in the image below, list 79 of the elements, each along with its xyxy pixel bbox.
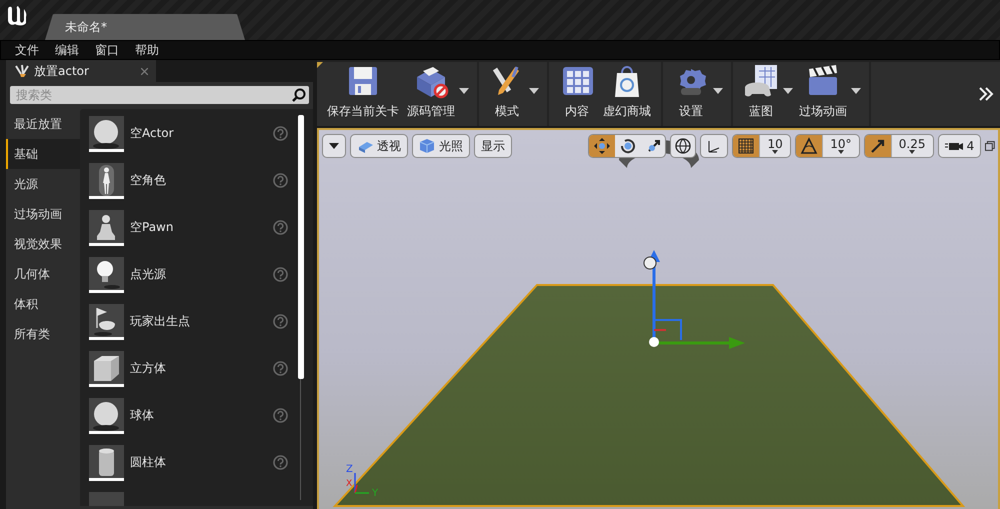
grid-snap-toggle[interactable] [733, 135, 760, 157]
toolbar-button[interactable]: 保存当前关卡 [323, 62, 403, 126]
help-icon[interactable] [273, 408, 288, 423]
help-icon[interactable] [273, 173, 288, 188]
menu-item[interactable]: 编辑 [47, 42, 87, 58]
actor-list-item[interactable]: 空Actor [89, 113, 298, 154]
maximize-icon[interactable] [985, 141, 995, 151]
thumbnail-icon [89, 210, 124, 246]
panel-tab[interactable]: 放置actor [6, 60, 156, 82]
chevron-icon[interactable] [978, 86, 994, 102]
toolbar-button[interactable]: 蓝图 [739, 62, 795, 126]
help-icon[interactable] [273, 455, 288, 470]
viewport-button[interactable]: 显示 [474, 134, 512, 158]
caret-icon [783, 88, 793, 94]
help-icon[interactable] [273, 126, 288, 141]
caret-icon [838, 150, 844, 154]
caret-icon [713, 88, 723, 94]
thumbnail-icon [89, 304, 124, 340]
caret-icon [909, 150, 916, 154]
help-icon[interactable] [273, 267, 288, 282]
surface-snap-button[interactable] [700, 134, 728, 158]
thumbnail-icon [89, 350, 124, 386]
toolbar-button[interactable]: 内容 [555, 62, 599, 126]
toolbar-button[interactable]: 过场动画 [795, 62, 863, 126]
move-tool-button[interactable] [589, 135, 616, 157]
scrollbar-thumb[interactable] [298, 115, 304, 379]
help-icon[interactable] [273, 361, 288, 376]
help-icon[interactable] [273, 314, 288, 329]
cube-icon [419, 138, 435, 154]
actor-list-item[interactable]: 球体 [89, 395, 298, 436]
thumbnail-icon [89, 256, 124, 292]
actor-list-item[interactable]: 空Pawn [89, 207, 298, 248]
menu-item[interactable]: 文件 [7, 42, 47, 58]
actor-list-item[interactable]: 圆柱体 [89, 442, 298, 483]
menu-item[interactable]: 帮助 [127, 42, 167, 58]
viewport-button[interactable]: 透视 [350, 134, 408, 158]
snap-value-dropdown[interactable]: 0.25 [890, 135, 933, 157]
category-item[interactable]: 基础 [6, 139, 80, 169]
panel-tab-label: 放置actor [34, 62, 89, 80]
close-icon[interactable] [141, 68, 148, 74]
globe-icon[interactable] [670, 134, 696, 158]
search-field[interactable]: 搜索类 [10, 86, 309, 104]
actor-list-item[interactable]: 点光源 [89, 254, 298, 295]
toolbar-button[interactable]: 设置 [669, 62, 725, 126]
angle-icon [800, 137, 818, 155]
toolbar-button[interactable]: 模式 [485, 62, 541, 126]
snap-value-dropdown[interactable]: 10 [759, 135, 790, 157]
circular-arrow-icon [619, 137, 638, 155]
actor-list-item[interactable]: 玩家出生点 [89, 301, 298, 342]
actor-list-item[interactable]: 空角色 [89, 160, 298, 201]
actor-list-item[interactable]: 立方体 [89, 348, 298, 389]
four-arrows-icon [593, 137, 612, 155]
camera-speed-button[interactable]: 4 [938, 134, 982, 158]
search-icon[interactable] [292, 88, 306, 102]
caret-icon [529, 88, 539, 94]
diagonal-arrow-icon [868, 137, 887, 155]
caret-icon [459, 88, 469, 94]
toolbar-button[interactable]: 源码管理 [403, 62, 471, 126]
caret-icon [772, 150, 778, 154]
thumbnail-icon [89, 444, 124, 480]
blueprint-icon [743, 63, 779, 99]
help-icon[interactable] [273, 220, 288, 235]
toolbar-button[interactable]: 虚幻商城 [599, 62, 655, 126]
viewport-button[interactable]: 光照 [412, 134, 470, 158]
thumbnail-icon [89, 116, 124, 152]
document-tab[interactable]: 未命名* [45, 14, 245, 40]
rotation-snap-toggle[interactable] [796, 135, 822, 157]
transform-gizmo[interactable] [644, 250, 745, 349]
snap-value-dropdown[interactable]: 10° [822, 135, 859, 157]
axis-indicator-drawing: Z X Y [345, 463, 385, 497]
viewport-options-button[interactable] [322, 134, 346, 158]
scale-snap-toggle[interactable] [864, 135, 891, 157]
thumbnail-icon [89, 162, 124, 198]
thumbnail-icon [89, 398, 124, 434]
caret-icon [329, 143, 339, 149]
menu-item[interactable]: 窗口 [87, 42, 127, 58]
grid-icon [737, 137, 756, 155]
caret-icon [851, 88, 861, 94]
modes-icon [14, 64, 30, 78]
